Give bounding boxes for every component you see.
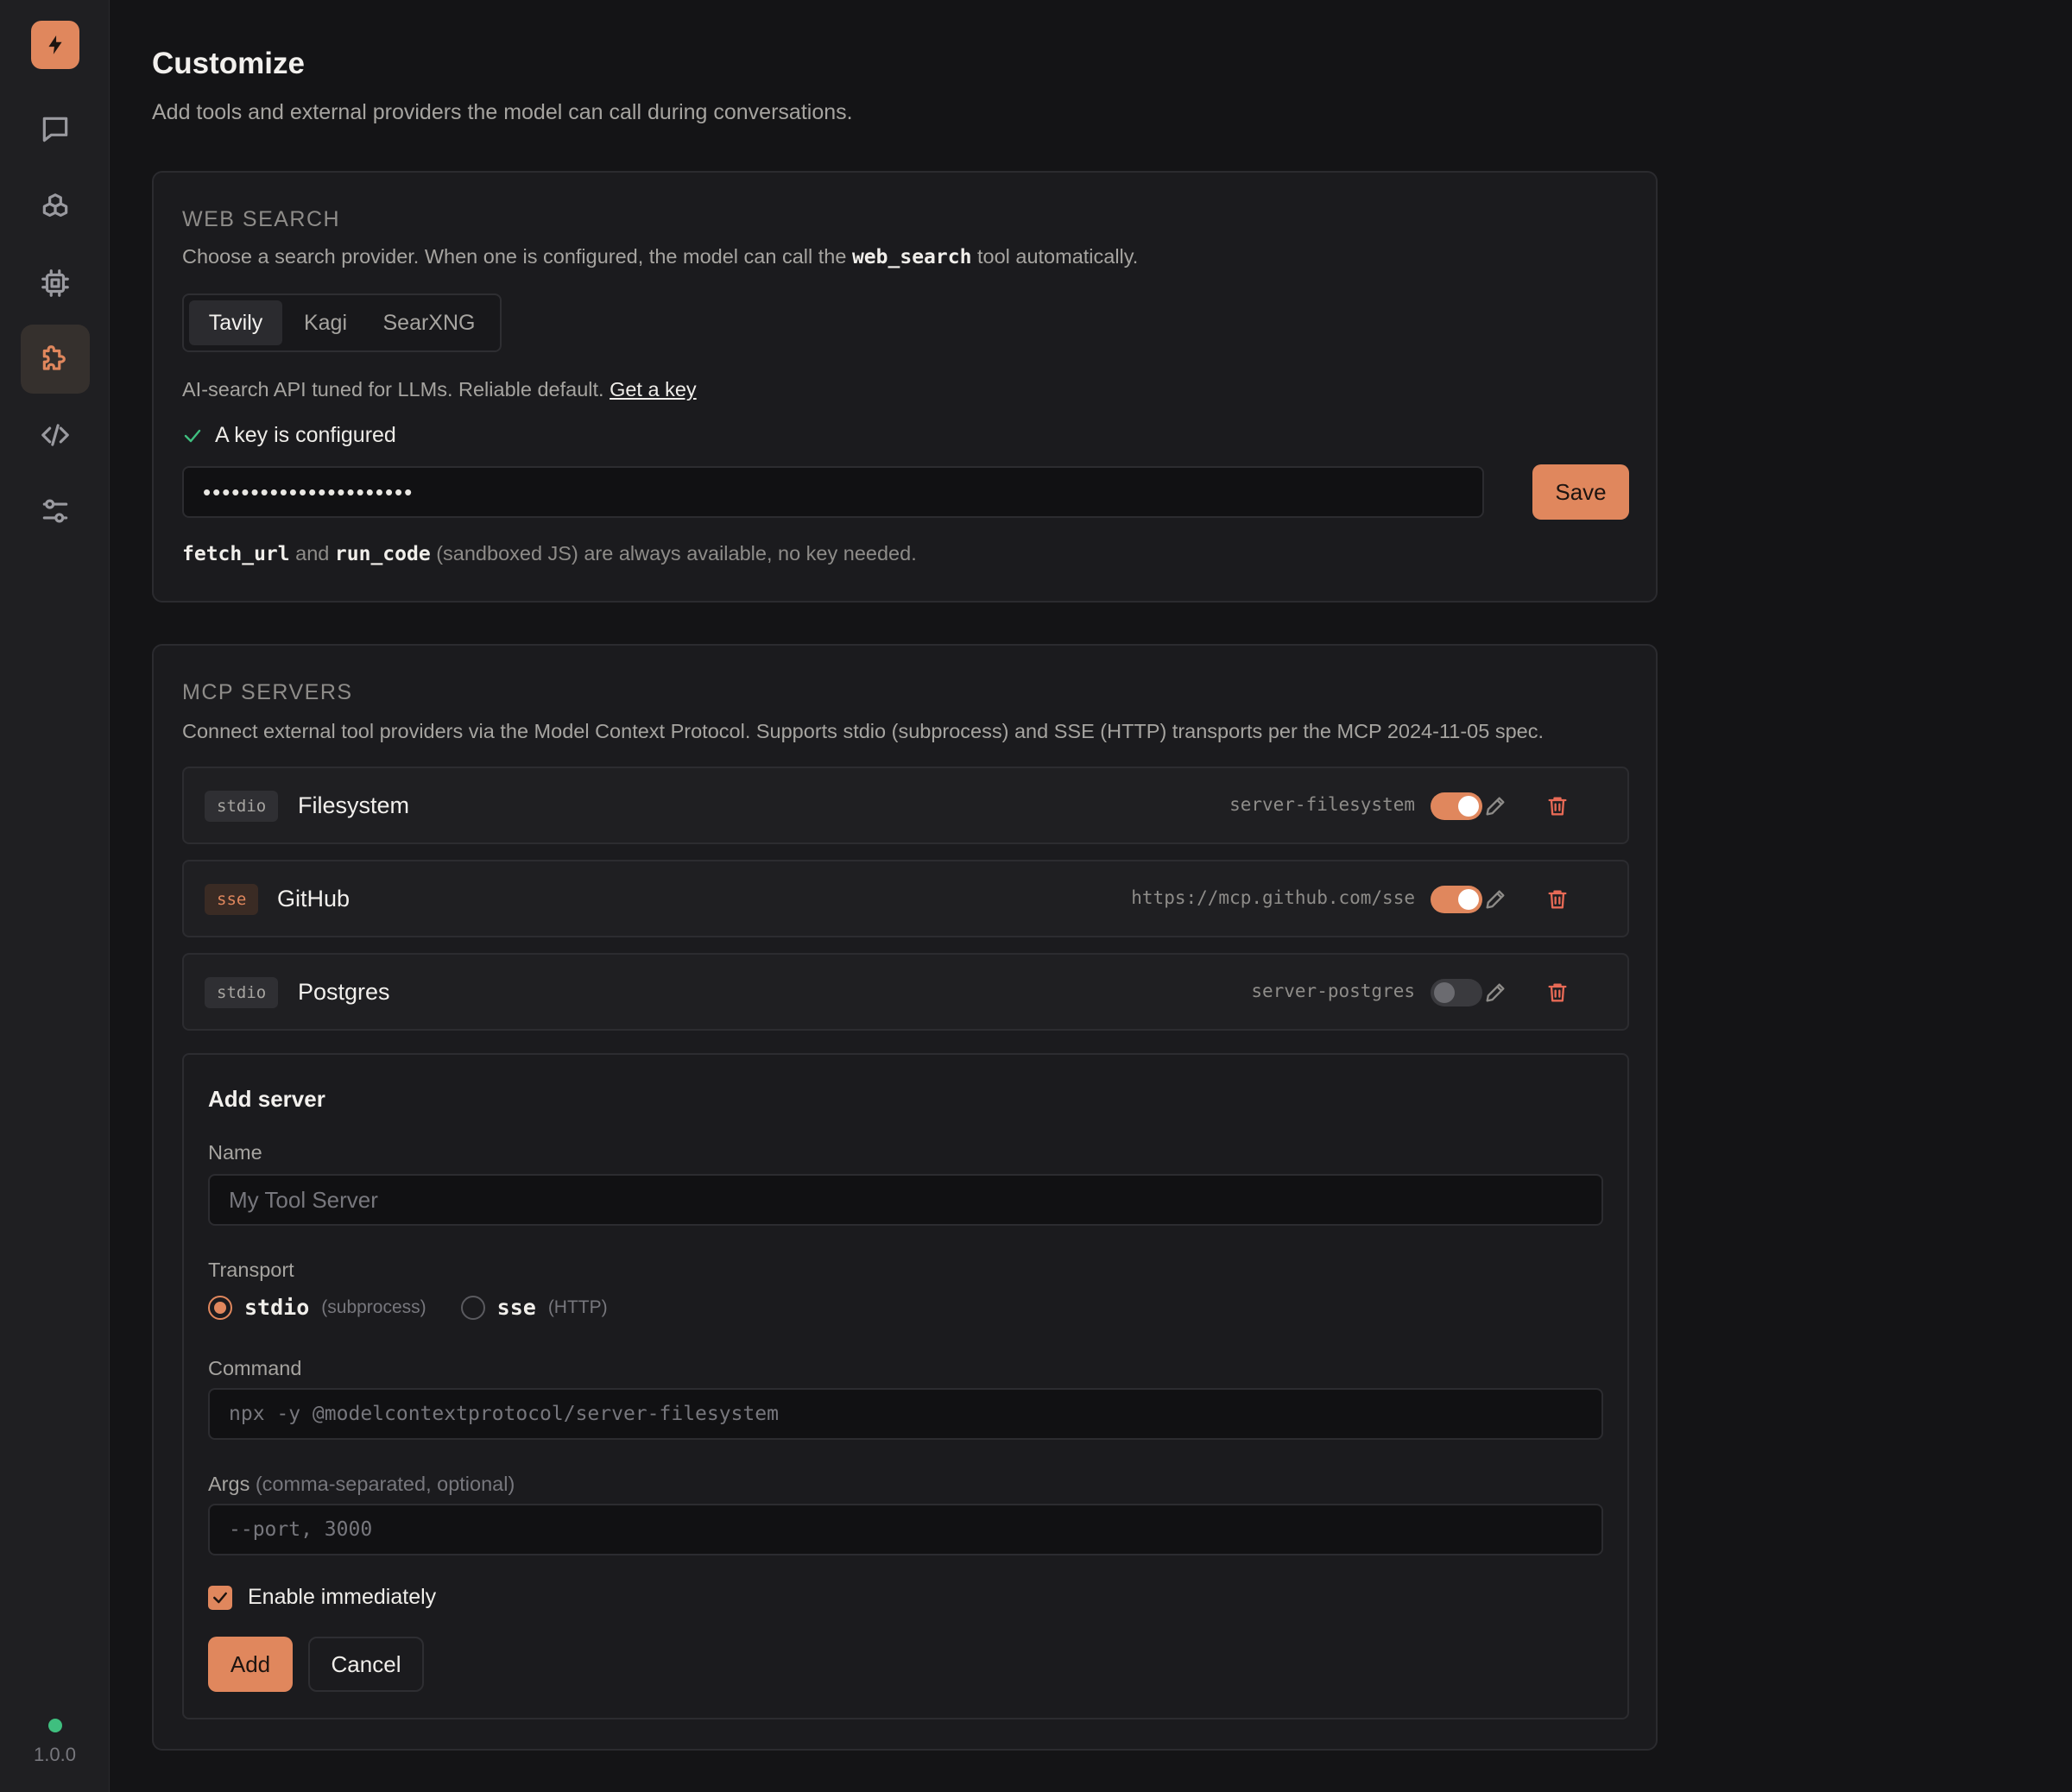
section-description: Choose a search provider. When one is co… [182, 245, 1139, 268]
chat-icon [42, 117, 68, 142]
check-icon [213, 1592, 227, 1603]
pencil-icon [1486, 890, 1505, 909]
cubes-icon [42, 193, 68, 218]
server-name: Filesystem [298, 792, 410, 818]
form-title: Add server [208, 1086, 325, 1112]
page-subtitle: Add tools and external providers the mod… [152, 100, 853, 124]
name-input[interactable]: My Tool Server [208, 1174, 1603, 1226]
sidebar-item-settings[interactable] [21, 476, 90, 546]
server-enabled-toggle[interactable] [1431, 979, 1482, 1006]
inline-code: fetch_url [182, 543, 290, 565]
chip-icon [41, 269, 69, 297]
server-target: https://mcp.github.com/sse [1131, 887, 1415, 908]
transport-badge: stdio [205, 977, 279, 1008]
app-version: 1.0.0 [34, 1744, 76, 1765]
server-name: Postgres [298, 979, 390, 1005]
delete-server-button[interactable] [1541, 883, 1574, 916]
trash-icon [1548, 983, 1567, 1002]
add-button[interactable]: Add [208, 1637, 293, 1692]
app-logo[interactable] [31, 21, 79, 69]
transport-sse-radio[interactable] [460, 1295, 485, 1320]
tab-kagi[interactable]: Kagi [287, 300, 363, 345]
trash-icon [1548, 890, 1567, 909]
radio-label: sse [496, 1295, 536, 1320]
key-status: A key is configured [182, 423, 396, 448]
cancel-button[interactable]: Cancel [308, 1637, 424, 1692]
web-search-card: WEB SEARCH Choose a search provider. Whe… [152, 171, 1658, 603]
args-input[interactable]: --port, 3000 [208, 1504, 1603, 1555]
bolt-icon [48, 35, 62, 54]
tab-tavily[interactable]: Tavily [189, 300, 282, 345]
edit-server-button[interactable] [1479, 883, 1512, 916]
check-icon [184, 429, 201, 442]
radio-label: stdio [244, 1295, 310, 1320]
server-enabled-toggle[interactable] [1431, 886, 1482, 913]
server-enabled-toggle[interactable] [1431, 792, 1482, 820]
radio-hint: (HTTP) [547, 1297, 608, 1317]
page-title: Customize [152, 47, 305, 80]
sidebar-item-customize[interactable] [21, 325, 90, 394]
radio-hint: (subprocess) [321, 1297, 426, 1317]
provider-description: AI-search API tuned for LLMs. Reliable d… [182, 378, 697, 401]
inline-code: run_code [334, 543, 431, 565]
enable-immediately: Enable immediately [208, 1585, 436, 1610]
sidebar-item-models[interactable] [21, 173, 90, 242]
delete-server-button[interactable] [1541, 790, 1574, 823]
status-dot [48, 1719, 62, 1732]
name-label: Name [208, 1141, 262, 1164]
get-key-link[interactable]: Get a key [610, 378, 697, 401]
transport-badge: sse [205, 884, 259, 915]
server-name: GitHub [277, 886, 351, 912]
mcp-servers-card: MCP SERVERS Connect external tool provid… [152, 644, 1658, 1751]
save-button[interactable]: Save [1532, 464, 1629, 520]
transport-radio-group: stdio (subprocess) sse (HTTP) [208, 1295, 608, 1320]
edit-server-button[interactable] [1479, 790, 1512, 823]
command-label: Command [208, 1357, 302, 1379]
server-row: stdio Filesystem server-filesystem [182, 767, 1629, 844]
provider-selector: Tavily Kagi SearXNG [182, 293, 502, 352]
tools-footnote: fetch_url and run_code (sandboxed JS) ar… [182, 542, 917, 565]
transport-label: Transport [208, 1259, 294, 1281]
server-row: sse GitHub https://mcp.github.com/sse [182, 860, 1629, 937]
section-description: Connect external tool providers via the … [182, 720, 1545, 742]
code-icon [41, 424, 69, 446]
section-title: MCP SERVERS [182, 680, 353, 704]
args-label: Args (comma-separated, optional) [208, 1473, 515, 1495]
inline-code: web_search [851, 246, 972, 268]
command-input[interactable]: npx -y @modelcontextprotocol/server-file… [208, 1388, 1603, 1440]
sidebar: 1.0.0 [0, 0, 110, 1792]
sidebar-item-developer[interactable] [21, 401, 90, 470]
pencil-icon [1486, 983, 1505, 1002]
delete-server-button[interactable] [1541, 976, 1574, 1009]
server-target: server-filesystem [1229, 794, 1415, 815]
sidebar-item-chat[interactable] [21, 95, 90, 164]
tab-searxng[interactable]: SearXNG [369, 300, 490, 345]
server-row: stdio Postgres server-postgres [182, 953, 1629, 1031]
puzzle-icon [42, 345, 66, 370]
edit-server-button[interactable] [1479, 976, 1512, 1009]
section-title: WEB SEARCH [182, 207, 341, 231]
enable-checkbox[interactable] [208, 1585, 232, 1610]
add-server-form: Add server Name My Tool Server Transport… [182, 1053, 1629, 1719]
server-target: server-postgres [1251, 981, 1415, 1001]
transport-badge: stdio [205, 791, 279, 822]
sliders-icon [42, 499, 68, 523]
api-key-input[interactable]: •••••••••••••••••••••• [182, 466, 1484, 518]
transport-stdio-radio[interactable] [208, 1295, 232, 1320]
pencil-icon [1486, 797, 1505, 816]
sidebar-item-hardware[interactable] [21, 249, 90, 318]
trash-icon [1548, 797, 1567, 816]
